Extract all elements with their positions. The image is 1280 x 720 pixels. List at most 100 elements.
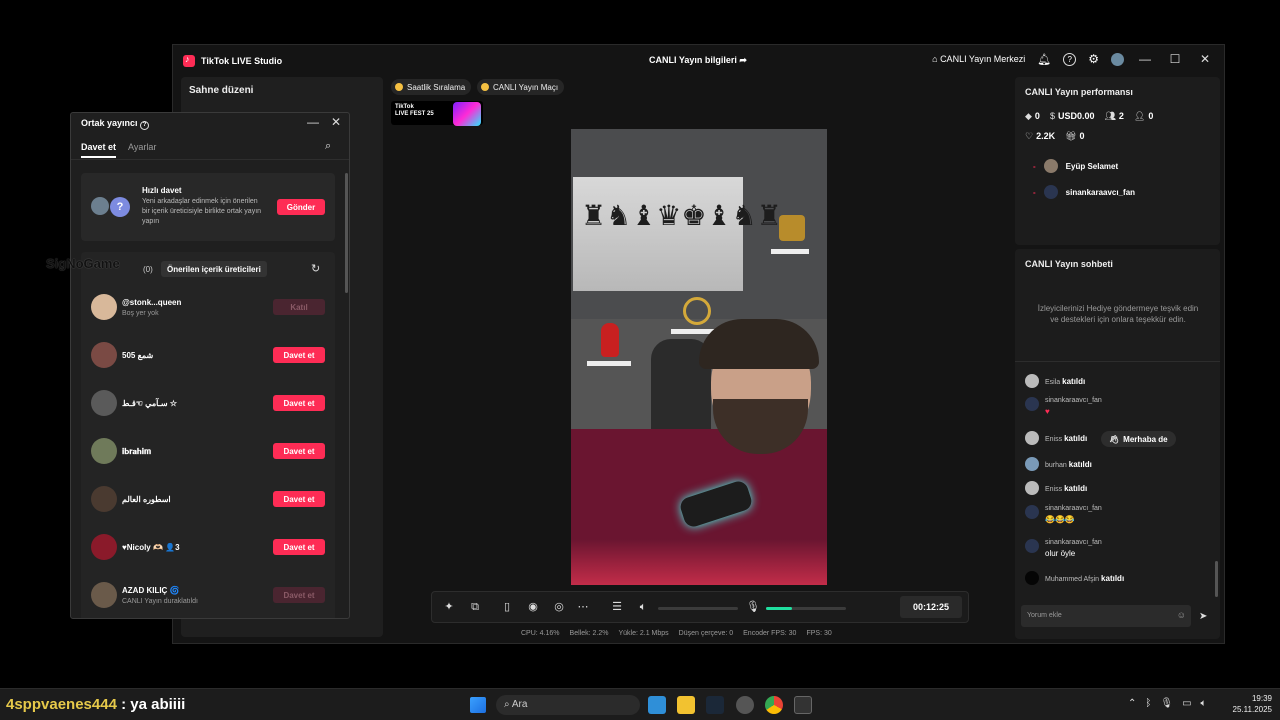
invite-button[interactable]: Davet et [273,443,325,459]
settings-sliders-icon[interactable]: ☰ [610,600,624,614]
livefest-banner[interactable]: TikTok LIVE FEST 25 [391,101,483,126]
invite-button[interactable]: Davet et [273,395,325,411]
record-icon[interactable]: ◉ [526,600,540,614]
likes-value: 2.2K [1036,131,1056,141]
live-center-label: CANLI Yayın Merkezi [940,54,1026,64]
fps-stat: FPS: 30 [806,630,832,637]
viewer-item[interactable]: - sinankaraavcı_fan [1033,185,1135,199]
dialog-scrollbar[interactable] [345,173,348,293]
chat-message: Muhammed Afşin katıldı [1025,571,1124,585]
minimize-button[interactable]: — [307,115,319,129]
microphone-icon[interactable]: 🎙︎ [1160,698,1173,709]
steam-icon[interactable] [706,696,724,714]
new-follower-icon: 👤︎ [1133,111,1146,121]
clock[interactable]: 19:39 25.11.2025 [1233,693,1272,715]
bell-icon[interactable]: 🔔︎ [1037,53,1051,66]
volume-slider[interactable] [658,607,738,610]
live-center-button[interactable]: ⌂ CANLI Yayın Merkezi [932,54,1025,64]
tab-settings[interactable]: Ayarlar [128,142,156,158]
creator-list: (0) Önerilen içerik üreticileri ↻ @stonk… [81,252,335,618]
invited-count: (0) [143,265,153,274]
close-button[interactable]: ✕ [1196,52,1214,66]
creator-name: ♥Nicoly 🫶🏻 👤3 [122,543,180,552]
taskbar-search[interactable]: ⌕ Ara [496,695,640,715]
avatar[interactable] [1111,52,1124,66]
live-match-label: CANLI Yayın Maçı [493,82,559,92]
display-icon[interactable]: ▭ [1182,698,1191,709]
chat-text: ♥ [1045,407,1050,416]
live-match-chip[interactable]: CANLI Yayın Maçı [477,79,565,95]
chat-user: burhan [1045,462,1067,469]
joined-label: katıldı [1064,484,1088,493]
joined-label: katıldı [1064,434,1088,443]
windows-start-icon[interactable] [470,697,486,713]
avatar [91,390,117,416]
minimize-button[interactable]: — [1136,52,1154,66]
invite-button[interactable]: Davet et [273,491,325,507]
search-icon: ⌕ [504,699,510,710]
overlay-username: 4sppvaenes444 [6,696,117,713]
invite-button[interactable]: Davet et [273,539,325,555]
invite-button[interactable]: Davet et [273,347,325,363]
wave-icon: 👋︎ [1109,434,1120,444]
new-followers-value: 0 [1148,111,1154,121]
say-hello-button[interactable]: 👋︎ Merhaba de [1101,431,1176,447]
system-tray: ⌃ ᛒ 🎙︎ ▭ 🔈︎ [1128,698,1207,709]
bluetooth-icon[interactable]: ᛒ [1145,698,1151,709]
suggested-creators-tab[interactable]: Önerilen içerik üreticileri [161,261,267,277]
viewer-name: Eyüp Selamet [1065,161,1119,171]
maximize-button[interactable]: ☐ [1166,52,1184,66]
chess-icon: ♜♞♝♛♚♝♞♜ [581,200,782,231]
quick-invite-card: ? Hızlı davet Yeni arkadaşlar edinmek iç… [81,173,335,241]
mic-slider[interactable] [766,607,846,610]
chat-scrollbar[interactable] [1215,561,1218,597]
magic-wand-icon[interactable]: ✦ [442,600,456,614]
app-icon[interactable] [736,696,754,714]
invite-button[interactable]: Davet et [273,587,325,603]
gear-icon[interactable]: ⚙ [1088,52,1099,66]
hourly-ranking-chip[interactable]: Saatlik Sıralama [391,79,472,95]
screen-share-icon[interactable]: ⧉ [468,600,482,614]
video-preview: ♜♞♝♛♚♝♞♜ [571,129,827,585]
performance-stats-row-2: ♡ 2.2K 🎁︎ 0 [1025,131,1085,142]
refresh-icon[interactable]: ↻ [311,262,320,275]
tab-invite[interactable]: Davet et [81,142,117,158]
help-icon[interactable]: ? [1063,52,1077,66]
avatar [1025,374,1039,388]
tiktok-app-icon[interactable] [794,696,812,714]
volume-icon[interactable]: 🔈︎ [1201,698,1207,709]
emoji-icon[interactable]: ☺ [1177,610,1186,620]
home-icon: ⌂ [932,54,938,64]
microphone-icon[interactable]: 🎙︎ [746,600,760,614]
file-explorer-icon[interactable] [677,696,695,714]
chat-title: CANLI Yayın sohbeti [1025,259,1113,269]
live-info-button[interactable]: CANLI Yayın bilgileri ➦ [649,55,747,66]
comment-input[interactable]: Yorum ekle ☺ [1021,605,1191,627]
chat-user: Eniss [1045,486,1063,493]
joined-label: katıldı [1101,574,1125,583]
chat-user: Esila [1045,379,1061,386]
speaker-icon[interactable]: 🔈︎ [636,600,650,614]
help-icon[interactable]: ? [140,120,150,130]
viewer-name: sinankaraavcı_fan [1065,187,1136,197]
photos-app-icon[interactable] [648,696,666,714]
chevron-up-icon[interactable]: ⌃ [1128,698,1136,709]
creator-row: سـآمي ☜قـط ☆ Davet et [91,390,335,420]
camera-icon[interactable]: ◎ [552,600,566,614]
co-host-title: Ortak yayıncı ? [81,118,150,130]
co-host-tabs: Davet et Ayarlar [81,142,156,158]
coin-icon [395,83,403,91]
viewer-item[interactable]: - Eyüp Selamet [1033,159,1118,173]
co-host-dialog: Ortak yayıncı ? — ✕ Davet et Ayarlar ⌕ ?… [70,112,350,619]
phone-icon[interactable]: ▯ [500,600,514,614]
performance-stats-bar: CPU: 4.16% Bellek: 2.2% Yükle: 2.1 Mbps … [521,630,832,637]
more-icon[interactable]: ⋯ [576,600,590,614]
search-icon[interactable]: ⌕ [325,140,331,153]
chrome-icon[interactable] [765,696,783,714]
join-button[interactable]: Katıl [273,299,325,315]
close-button[interactable]: ✕ [331,115,341,129]
send-button[interactable]: Gönder [277,199,325,215]
mic-slider-fill [766,607,792,610]
stream-controls: ✦ ⧉ ▯ ◉ ◎ ⋯ ☰ 🔈︎ 🎙︎ 00:12:25 [431,591,969,623]
send-icon[interactable]: ➤ [1199,611,1207,622]
